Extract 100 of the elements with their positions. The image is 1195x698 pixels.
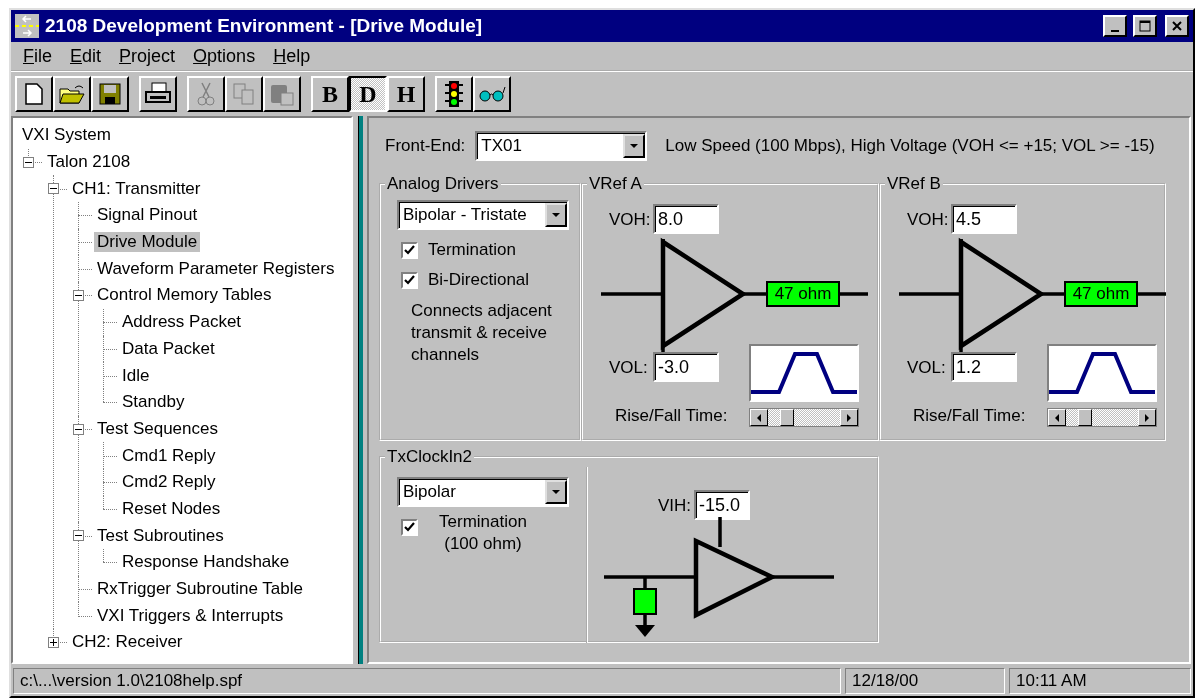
- tree-item[interactable]: Response Handshake: [119, 552, 293, 573]
- down-arrow-icon: [552, 211, 560, 219]
- scroll-left-button[interactable]: [1048, 409, 1066, 426]
- tree-item[interactable]: VXI System: [19, 125, 114, 146]
- tree-item[interactable]: Data Packet: [119, 338, 218, 359]
- toolbar-button[interactable]: [435, 76, 473, 112]
- menu-item[interactable]: Edit: [62, 45, 110, 67]
- expand-toggle[interactable]: [48, 637, 59, 649]
- tree-item[interactable]: Talon 2108: [44, 152, 134, 173]
- resistor-label: 47 ohm: [766, 281, 840, 307]
- toolbar-button[interactable]: [473, 76, 511, 112]
- front-end-dropdown[interactable]: TX01: [475, 131, 648, 161]
- plus-icon: [50, 639, 57, 647]
- status-path: c:\...\version 1.0\2108help.spf: [13, 668, 841, 694]
- dropdown-arrow-button[interactable]: [545, 480, 567, 504]
- tree-item[interactable]: VXI Triggers & Interrupts: [94, 605, 287, 626]
- tree-item[interactable]: Signal Pinout: [94, 205, 201, 226]
- dropdown-arrow-button[interactable]: [623, 134, 646, 158]
- vol-field[interactable]: 1.2: [951, 352, 1017, 382]
- vih-label: VIH:: [658, 496, 692, 516]
- tree-item[interactable]: Address Packet: [119, 312, 245, 333]
- vol-label: VOL:: [609, 358, 648, 378]
- checkbox[interactable]: [401, 242, 418, 259]
- expand-toggle[interactable]: [73, 423, 84, 435]
- minimize-button[interactable]: [1103, 15, 1127, 37]
- app-icon: [15, 14, 39, 38]
- mode-button[interactable]: B: [311, 76, 349, 112]
- tree-item[interactable]: Cmd2 Reply: [119, 472, 219, 493]
- tree-item[interactable]: Idle: [119, 365, 153, 386]
- checkbox-label: Bi-Directional: [428, 270, 530, 290]
- tree-item[interactable]: Standby: [119, 392, 188, 413]
- menu-item[interactable]: File: [15, 45, 60, 67]
- voh-label: VOH:: [609, 210, 651, 230]
- traffic-light-icon: [444, 80, 464, 108]
- voh-field[interactable]: 4.5: [951, 204, 1017, 234]
- rise-fall-label: Rise/Fall Time:: [615, 406, 728, 426]
- close-button[interactable]: [1165, 15, 1189, 37]
- voh-field[interactable]: 8.0: [653, 204, 719, 234]
- mode-button[interactable]: H: [387, 76, 425, 112]
- tree-item[interactable]: Test Subroutines: [94, 525, 227, 546]
- menu-item[interactable]: Help: [265, 45, 319, 67]
- toolbar-button[interactable]: [15, 76, 53, 112]
- left-arrow-icon: [755, 413, 763, 422]
- expand-toggle[interactable]: [73, 290, 84, 302]
- rise-fall-slider[interactable]: [1047, 408, 1157, 427]
- checkbox-label: Termination: [428, 240, 516, 260]
- note-text: Connects adjacent transmit & receive channels: [411, 300, 553, 366]
- tree-item[interactable]: CH1: Transmitter: [69, 178, 204, 199]
- right-arrow-icon: [1143, 413, 1151, 422]
- folder-icon: [59, 84, 85, 104]
- menu-item[interactable]: Options: [185, 45, 264, 67]
- window-title: 2108 Development Environment - [Drive Module]: [45, 15, 484, 37]
- rise-fall-slider[interactable]: [749, 408, 859, 427]
- menu-item[interactable]: Project: [111, 45, 184, 67]
- maximize-button[interactable]: [1133, 15, 1157, 37]
- toolbar-button[interactable]: [91, 76, 129, 112]
- scroll-right-button[interactable]: [1138, 409, 1156, 426]
- tree-item[interactable]: CH2: Receiver: [69, 632, 186, 653]
- group-title: VRef B: [886, 174, 942, 194]
- toolbar-button[interactable]: [139, 76, 177, 112]
- vol-label: VOL:: [907, 358, 946, 378]
- right-arrow-icon: [845, 413, 853, 422]
- glasses-icon: [478, 85, 506, 103]
- expand-toggle[interactable]: [73, 530, 84, 542]
- tree-item[interactable]: Test Sequences: [94, 418, 221, 439]
- checkbox[interactable]: [401, 272, 418, 289]
- group-title: VRef A: [588, 174, 643, 194]
- tree-item[interactable]: Cmd1 Reply: [119, 445, 219, 466]
- tree-item[interactable]: Drive Module: [94, 232, 201, 253]
- tree-item[interactable]: RxTrigger Subroutine Table: [94, 579, 306, 600]
- close-icon: [1171, 20, 1183, 32]
- minimize-icon: [1111, 30, 1119, 32]
- clipboard-icon: [269, 82, 295, 106]
- tree-item[interactable]: Reset Nodes: [119, 498, 224, 519]
- mode-button[interactable]: D: [349, 76, 387, 112]
- scissors-icon: [197, 81, 215, 107]
- status-date: 12/18/00: [845, 668, 1005, 694]
- scroll-left-button[interactable]: [750, 409, 768, 426]
- scroll-right-button[interactable]: [840, 409, 858, 426]
- rise-fall-label: Rise/Fall Time:: [913, 406, 1026, 426]
- status-time: 10:11 AM: [1009, 668, 1191, 694]
- expand-toggle[interactable]: [23, 156, 34, 168]
- driver-mode-dropdown[interactable]: Bipolar - Tristate: [397, 200, 569, 230]
- tree-item[interactable]: Control Memory Tables: [94, 285, 275, 306]
- dropdown-arrow-button[interactable]: [545, 203, 567, 227]
- vol-field[interactable]: -3.0: [653, 352, 719, 382]
- group-title: TxClockIn2: [386, 447, 474, 467]
- front-end-label: Front-End:: [385, 136, 466, 156]
- tree-item[interactable]: Waveform Parameter Registers: [94, 258, 338, 279]
- copy-icon: [232, 82, 256, 106]
- vih-field[interactable]: -15.0: [694, 490, 750, 520]
- checkbox[interactable]: [401, 519, 418, 536]
- left-arrow-icon: [1053, 413, 1061, 422]
- printer-icon: [144, 82, 172, 106]
- toolbar-button[interactable]: [53, 76, 91, 112]
- splitter-bar[interactable]: [357, 116, 363, 664]
- clock-mode-dropdown[interactable]: Bipolar: [397, 477, 569, 507]
- slider-thumb[interactable]: [779, 409, 794, 426]
- slider-thumb[interactable]: [1077, 409, 1092, 426]
- expand-toggle[interactable]: [48, 183, 59, 195]
